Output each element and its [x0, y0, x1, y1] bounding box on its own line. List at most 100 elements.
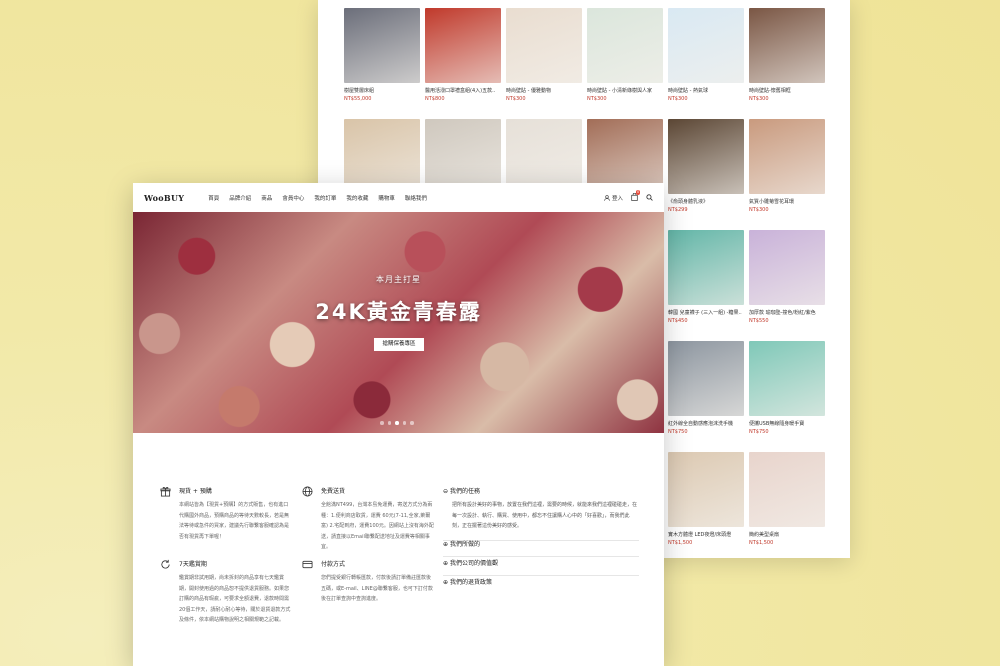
gift-icon: [160, 487, 171, 497]
carousel-dots: [380, 421, 414, 425]
site-logo[interactable]: WooBUY: [144, 193, 184, 203]
feature-payment: 付款方式 您們提受銀行轉帳匯款，付款後請訂單備註匯款後五碼，或E-mail、LI…: [302, 559, 434, 605]
search-icon[interactable]: [646, 194, 653, 201]
product-price: NT$55,000: [344, 96, 372, 102]
accordion-title[interactable]: ⊕ 我們所做的: [443, 539, 639, 548]
product-price: NT$300: [668, 96, 688, 102]
nav-item[interactable]: 我的訂單: [314, 194, 336, 202]
product-name[interactable]: 醫用活潑口罩禮盒組(4入)五款..: [425, 87, 501, 94]
carousel-dot[interactable]: [410, 421, 414, 425]
feature-title: 付款方式: [321, 561, 346, 568]
feature-title: 7天鑑賞期: [179, 561, 207, 568]
accordion-title[interactable]: ⊕ 我們公司的價值觀: [443, 558, 639, 567]
product-name[interactable]: 韓國 兒童襪子 (三入一組) -糖果..: [668, 309, 744, 316]
product-image[interactable]: [668, 119, 744, 194]
product-card[interactable]: 紅外線全自動感應泡沫洗手機 NT$750: [668, 341, 744, 435]
product-price: NT$299: [668, 207, 688, 213]
product-name[interactable]: 樹屋雙層床組: [344, 87, 420, 94]
product-name[interactable]: 時尚壁貼-懷舊相框: [749, 87, 825, 94]
product-card[interactable]: 簡約美型桌扇 NT$1,500: [749, 452, 825, 546]
carousel-dot[interactable]: [387, 421, 391, 425]
accordion-mission[interactable]: ⊖ 我們的任務 把所有設計美好的事物，放置在我們這裡，需要的時候，就能來我們這裡…: [443, 486, 639, 541]
product-card[interactable]: 氣質小雛菊雪花耳環 NT$300: [749, 119, 825, 213]
product-image[interactable]: [749, 119, 825, 194]
feature-return-period: 7天鑑賞期 鑑賞期非試用期，尚未拆封的商品享有七天鑑賞期，開封使用過的商品恕不提…: [160, 559, 292, 626]
feature-title: 免費送貨: [321, 488, 346, 495]
product-card[interactable]: 韓國 兒童襪子 (三入一組) -糖果.. NT$450: [668, 230, 744, 324]
accordion-values[interactable]: ⊕ 我們公司的價值觀: [443, 558, 639, 576]
hero-subtitle: 本月主打星: [376, 275, 421, 284]
product-name[interactable]: 加厚款 瑜珈墊-撞色/粉紅/紫色: [749, 309, 825, 316]
accordion-title[interactable]: ⊕ 我們的退貨政策: [443, 577, 639, 586]
plus-circle-icon: ⊕: [443, 579, 450, 586]
product-name[interactable]: 時尚壁貼 - 小清新綠樹與人家: [587, 87, 663, 94]
feature-preorder: 現貨 + 預購 本網站皆為【現貨+預購】的方式販售，也有進口代購國外商品，預購商…: [160, 486, 292, 542]
hero-title: 24K黃金青春露: [315, 300, 482, 324]
nav-item[interactable]: 會員中心: [282, 194, 304, 202]
product-name[interactable]: 紅外線全自動感應泡沫洗手機: [668, 420, 744, 427]
product-card[interactable]: 時尚壁貼 - 熱氣球 NT$300: [668, 8, 744, 102]
plus-circle-icon: ⊖: [443, 488, 450, 495]
product-price: NT$300: [506, 96, 526, 102]
product-name[interactable]: 簡約美型桌扇: [749, 531, 825, 538]
accordion-return-policy[interactable]: ⊕ 我們的退貨政策: [443, 577, 639, 586]
carousel-dot[interactable]: [402, 421, 406, 425]
login-link[interactable]: 登入: [604, 194, 623, 202]
product-card[interactable]: 樹屋雙層床組 NT$55,000: [344, 8, 420, 102]
product-price: NT$550: [749, 318, 769, 324]
product-card[interactable]: 醫用活潑口罩禮盒組(4入)五款.. NT$800: [425, 8, 501, 102]
product-name[interactable]: 時尚壁貼 - 熱氣球: [668, 87, 744, 94]
product-card[interactable]: 時尚壁貼-懷舊相框 NT$300: [749, 8, 825, 102]
nav-item[interactable]: 購物車: [378, 194, 395, 202]
hero-shop-button[interactable]: 搶購保養專區: [374, 338, 424, 351]
product-name[interactable]: 時尚壁貼 - 優雅動物: [506, 87, 582, 94]
nav-item[interactable]: 首頁: [208, 194, 219, 202]
product-image[interactable]: [668, 452, 744, 527]
product-image[interactable]: [668, 230, 744, 305]
user-icon: [604, 194, 610, 201]
product-price: NT$800: [425, 96, 445, 102]
product-price: NT$1,500: [668, 540, 693, 546]
product-card[interactable]: 時尚壁貼 - 小清新綠樹與人家 NT$300: [587, 8, 663, 102]
product-image[interactable]: [587, 8, 663, 83]
nav-item[interactable]: 聯絡我們: [405, 194, 427, 202]
nav-item[interactable]: 我的收藏: [346, 194, 368, 202]
product-card[interactable]: 實木方體燈 LED夜燈/床頭燈 NT$1,500: [668, 452, 744, 546]
product-name[interactable]: 《俞頭身體乳液》: [668, 198, 744, 205]
globe-icon: [302, 486, 313, 497]
product-name[interactable]: 便攜USB無線隨身暖手寶: [749, 420, 825, 427]
login-label: 登入: [611, 195, 623, 202]
accordion-what-we-do[interactable]: ⊕ 我們所做的: [443, 539, 639, 557]
card-icon: [302, 560, 313, 569]
divider: [443, 556, 639, 557]
product-price: NT$750: [668, 429, 688, 435]
product-image[interactable]: [749, 8, 825, 83]
product-card[interactable]: 時尚壁貼 - 優雅動物 NT$300: [506, 8, 582, 102]
product-price: NT$300: [749, 207, 769, 213]
product-card[interactable]: 便攜USB無線隨身暖手寶 NT$750: [749, 341, 825, 435]
product-image[interactable]: [749, 230, 825, 305]
product-image[interactable]: [749, 341, 825, 416]
carousel-dot[interactable]: [380, 421, 384, 425]
product-image[interactable]: [749, 452, 825, 527]
product-card[interactable]: 《俞頭身體乳液》 NT$299: [668, 119, 744, 213]
product-price: NT$450: [668, 318, 688, 324]
product-image[interactable]: [506, 8, 582, 83]
product-name[interactable]: 實木方體燈 LED夜燈/床頭燈: [668, 531, 744, 538]
product-image[interactable]: [425, 8, 501, 83]
product-price: NT$300: [749, 96, 769, 102]
product-price: NT$300: [587, 96, 607, 102]
product-price: NT$750: [749, 429, 769, 435]
accordion-title[interactable]: ⊖ 我們的任務: [443, 486, 639, 495]
cart-count-badge: 0: [636, 189, 641, 195]
product-card[interactable]: 加厚款 瑜珈墊-撞色/粉紅/紫色 NT$550: [749, 230, 825, 324]
product-image[interactable]: [668, 8, 744, 83]
product-image[interactable]: [668, 341, 744, 416]
nav-item[interactable]: 商品: [261, 194, 272, 202]
product-name[interactable]: 氣質小雛菊雪花耳環: [749, 198, 825, 205]
carousel-dot-active[interactable]: [395, 421, 399, 425]
feature-text: 全館滿NT499，台灣本島免運費，寄送方式分為兩種：1.便利商店取貨，運費 60…: [321, 502, 434, 550]
cart-button[interactable]: 0: [631, 189, 641, 203]
product-image[interactable]: [344, 8, 420, 83]
nav-item[interactable]: 品牌介紹: [229, 194, 251, 202]
